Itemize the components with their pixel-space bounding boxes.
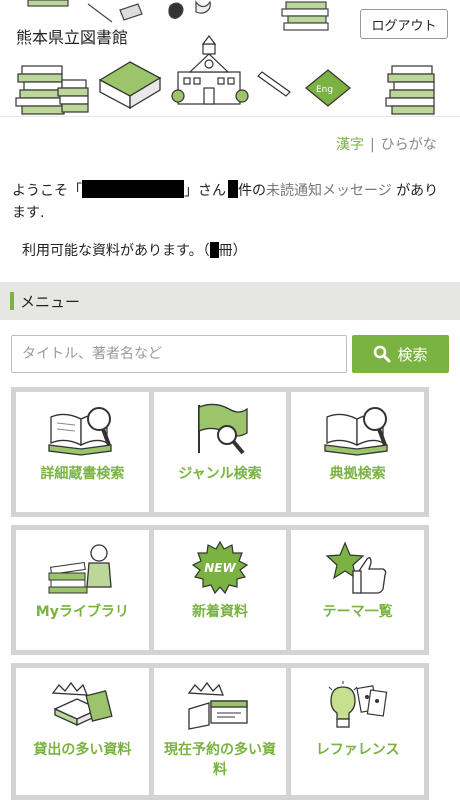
book-magnifier-icon <box>318 402 398 458</box>
search-input[interactable] <box>11 335 347 373</box>
tile-label: 現在予約の多い資料 <box>164 742 276 778</box>
tile-new-arrivals[interactable]: NEW 新着資料 <box>153 530 287 650</box>
site-header: Eng 熊本県立図書館 ログアウト <box>0 0 460 117</box>
unread-messages-link[interactable]: 未読通知メッセージ <box>266 183 392 199</box>
welcome-message: ようこそ「 」さん 件の未読通知メッセージ があります. <box>12 180 452 224</box>
search-button[interactable]: 検索 <box>352 335 449 373</box>
availability-unit: 冊） <box>218 243 247 259</box>
welcome-san: 」さん <box>184 183 226 199</box>
star-thumbs-up-icon <box>318 540 398 596</box>
svg-text:Eng: Eng <box>316 85 333 95</box>
tile-my-library[interactable]: Myライブラリ <box>16 530 149 650</box>
crown-books-icon <box>42 678 122 734</box>
redacted-count <box>228 180 238 198</box>
tile-label: ジャンル検索 <box>178 466 262 482</box>
redacted-available-count <box>209 242 219 258</box>
menu-title: メニュー <box>20 293 81 311</box>
tile-label: Myライブラリ <box>35 604 129 620</box>
flag-magnifier-icon <box>180 402 260 458</box>
svg-text:NEW: NEW <box>204 561 236 575</box>
redacted-username <box>82 180 184 198</box>
welcome-count-suffix: 件の <box>238 183 266 199</box>
tile-label: 新着資料 <box>192 604 248 620</box>
tile-genre-search[interactable]: ジャンル検索 <box>153 392 287 512</box>
logout-button[interactable]: ログアウト <box>360 9 448 39</box>
menu-header: メニュー <box>0 282 460 320</box>
availability-text: 利用可能な資料があります。（ <box>22 243 210 259</box>
tile-label: 典拠検索 <box>329 466 386 482</box>
tile-label: 詳細蔵書検索 <box>40 466 125 482</box>
crown-card-icon <box>180 678 260 734</box>
search-icon <box>374 345 391 363</box>
availability-notice: 利用可能な資料があります。（ 冊） <box>22 240 247 260</box>
welcome-prefix: ようこそ「 <box>12 183 82 199</box>
kanji-toggle[interactable]: 漢字 <box>336 137 364 153</box>
tile-label: レファレンス <box>315 742 400 758</box>
menu-row-1: 詳細蔵書検索 ジャンル検索 典拠検索 <box>11 387 429 517</box>
new-badge-icon: NEW <box>180 540 260 596</box>
tile-label: テーマ一覧 <box>322 604 393 620</box>
person-books-icon <box>42 540 122 596</box>
toggle-separator: | <box>370 137 375 153</box>
site-title: 熊本県立図書館 <box>16 28 129 47</box>
menu-row-2: Myライブラリ NEW 新着資料 テーマ一覧 <box>11 525 429 655</box>
tile-most-borrowed[interactable]: 貸出の多い資料 <box>16 668 149 795</box>
tile-reference[interactable]: レファレンス <box>291 668 425 795</box>
tile-theme-list[interactable]: テーマ一覧 <box>291 530 425 650</box>
hiragana-toggle[interactable]: ひらがな <box>381 137 437 153</box>
script-toggle: 漢字 | ひらがな <box>336 134 437 154</box>
menu-header-accent <box>10 292 14 310</box>
lightbulb-cards-icon <box>318 678 398 734</box>
tile-most-reserved[interactable]: 現在予約の多い資料 <box>153 668 287 795</box>
menu-row-3: 貸出の多い資料 現在予約の多い資料 レファレンス <box>11 663 429 800</box>
tile-authority-search[interactable]: 典拠検索 <box>291 392 425 512</box>
tile-label: 貸出の多い資料 <box>33 742 132 758</box>
tile-detailed-search[interactable]: 詳細蔵書検索 <box>16 392 149 512</box>
search-button-label: 検索 <box>397 345 428 364</box>
book-magnifier-icon <box>42 402 122 458</box>
